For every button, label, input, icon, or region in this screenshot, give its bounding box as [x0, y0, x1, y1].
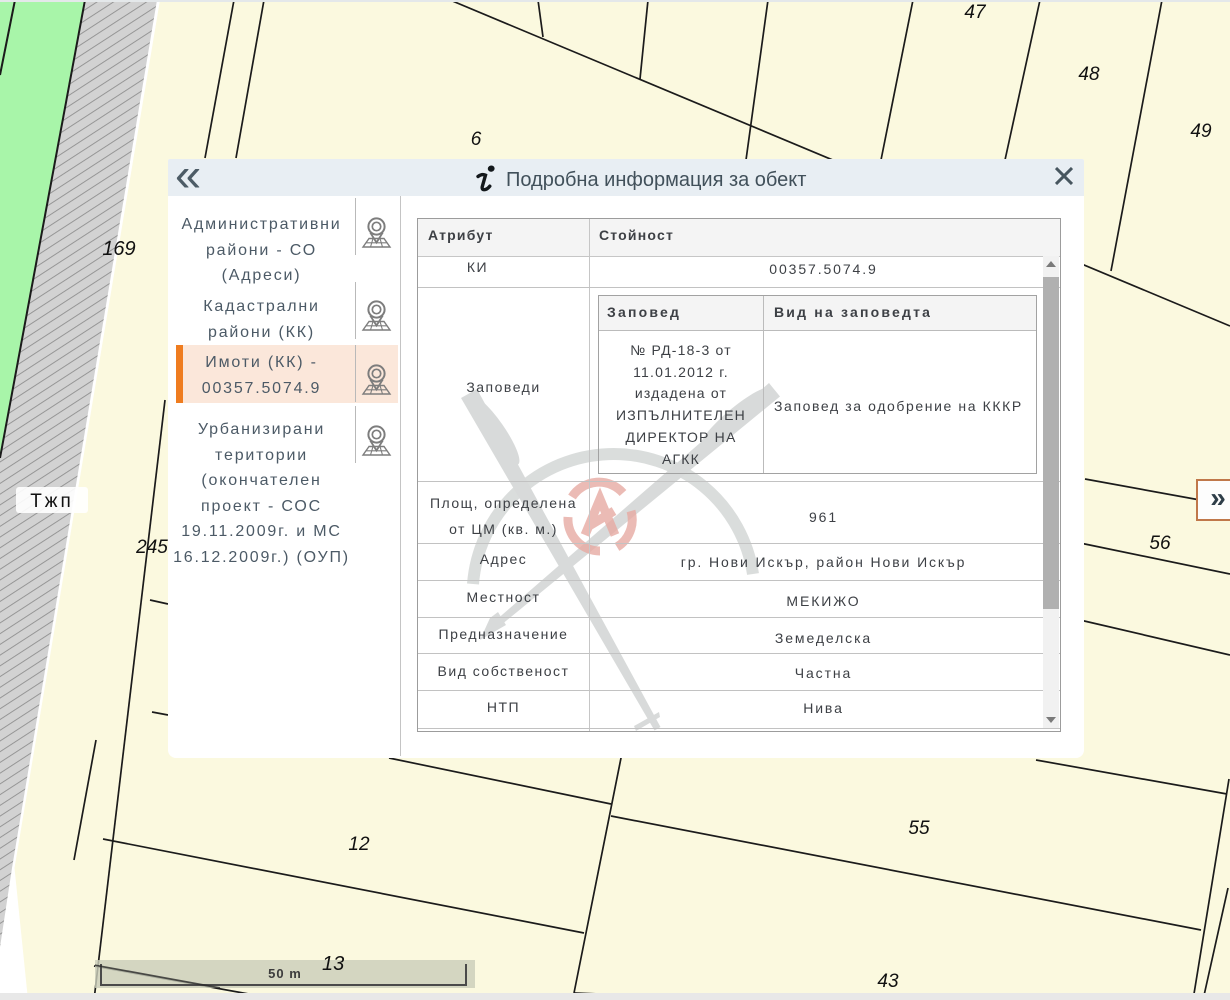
svg-text:47: 47	[964, 2, 987, 23]
svg-text:6: 6	[471, 129, 482, 150]
svg-text:49: 49	[1190, 121, 1212, 142]
svg-text:55: 55	[908, 818, 930, 839]
svg-text:169: 169	[102, 238, 135, 260]
svg-text:12: 12	[348, 834, 370, 855]
svg-text:Тжп: Тжп	[30, 491, 74, 512]
svg-text:48: 48	[1078, 64, 1100, 85]
svg-text:43: 43	[877, 971, 899, 992]
svg-text:245: 245	[135, 537, 168, 558]
svg-text:56: 56	[1149, 533, 1171, 554]
